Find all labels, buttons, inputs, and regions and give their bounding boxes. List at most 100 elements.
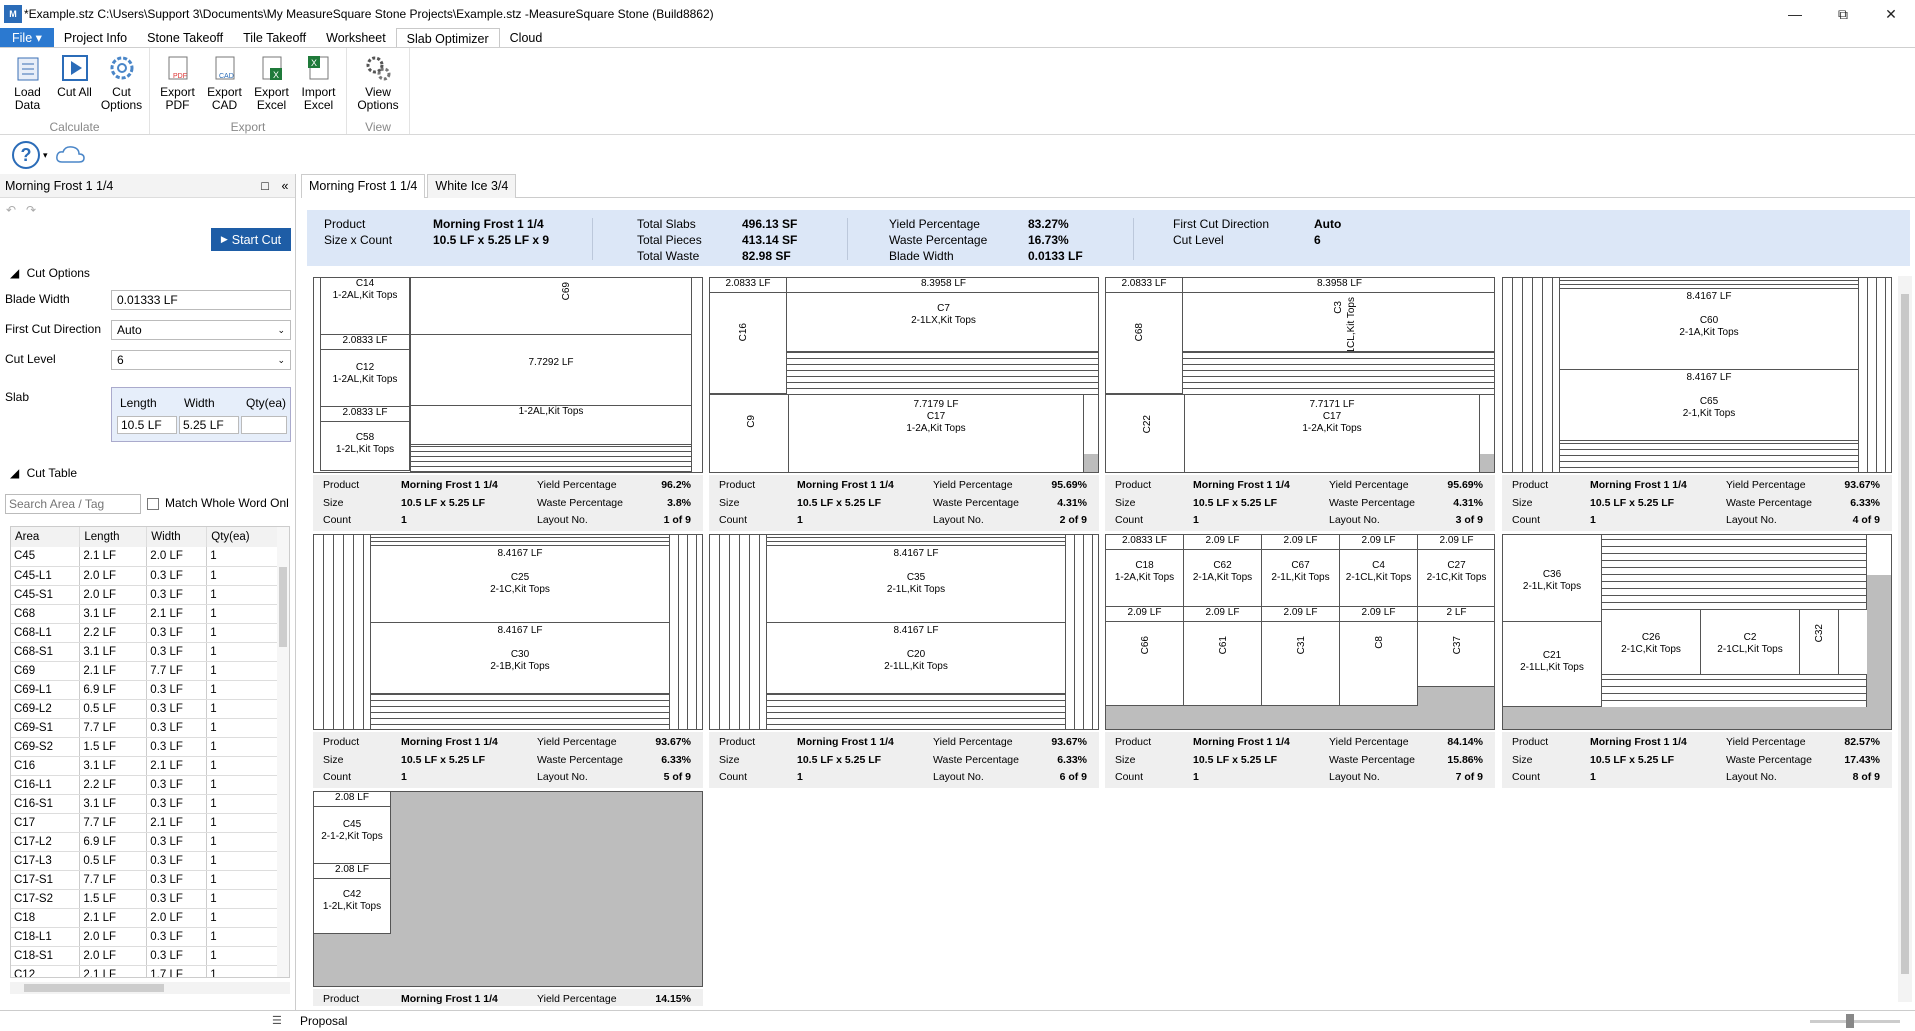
table-row[interactable]: C12 2.1 LF 1.7 LF 1 [11,965,279,977]
menu-project-info[interactable]: Project Info [54,28,137,48]
tab-morning-frost[interactable]: Morning Frost 1 1/4 [301,174,426,198]
menu-tile-takeoff[interactable]: Tile Takeoff [233,28,316,48]
table-row[interactable]: C69 2.1 LF 7.7 LF 1 [11,661,279,681]
view-options-button[interactable]: View Options [351,53,405,120]
piece: 8.4167 LF C20 2-1LL,Kit Tops [766,622,1066,694]
layout-card-3[interactable]: 2.0833 LF 8.3958 LF C68 C3 2-1CL,Kit Tops… [1105,277,1495,533]
export-group-label: Export [230,120,266,134]
file-menu[interactable]: File ▾ [0,28,54,48]
menu-cloud[interactable]: Cloud [500,28,553,48]
h-scrollbar[interactable] [10,982,290,994]
table-row[interactable]: C69-L1 6.9 LF 0.3 LF 1 [11,680,279,700]
first-cut-direction-label: First Cut Direction [5,322,102,336]
cut-table-scrollbar[interactable] [277,527,289,977]
piece-label: 2.08 LF [314,863,391,879]
size-count-value: 10.5 LF x 5.25 LF x 9 [433,233,550,247]
table-row[interactable]: C68-S1 3.1 LF 0.3 LF 1 [11,642,279,662]
load-data-button[interactable]: Load Data [4,53,51,120]
col-length[interactable]: Length [79,527,148,547]
table-cell: 0.5 LF [79,699,148,719]
cut-table-section[interactable]: ◢ Cut Table [10,466,77,480]
export-excel-button[interactable]: X Export Excel [248,53,295,120]
view-group: View Options View [347,48,410,134]
table-row[interactable]: C17 7.7 LF 2.1 LF 1 [11,813,279,833]
cut-level-select[interactable]: 6 ⌄ [111,350,291,370]
layout-card-9[interactable]: 2.08 LF C45 2-1-2,Kit Tops 2.08 LF C42 1-2… [313,791,703,1006]
col-width[interactable]: Width [146,527,208,547]
piece-label: 2 LF [1417,606,1494,622]
layouts-scrollbar[interactable] [1898,276,1912,1002]
export-pdf-button[interactable]: PDF Export PDF [154,53,201,120]
undo-icon[interactable]: ↶ [6,203,16,217]
col-qty[interactable]: Qty(ea) [206,527,279,547]
help-dropdown-icon[interactable]: ▾ [43,150,48,161]
menu-worksheet[interactable]: Worksheet [316,28,396,48]
table-row[interactable]: C17-S2 1.5 LF 0.3 LF 1 [11,889,279,909]
pin-icon[interactable]: □ [255,174,275,197]
first-cut-direction-select[interactable]: Auto ⌄ [111,320,291,340]
layout-card-8[interactable]: C36 2-1L,Kit Tops C21 2-1LL,Kit Tops C26 2-… [1502,534,1892,790]
slab-qty-input[interactable] [241,416,287,434]
cloud-icon[interactable] [54,143,86,168]
slab-length-input[interactable]: 10.5 LF [117,416,177,434]
layout-card-6[interactable]: 8.4167 LF C35 2-1L,Kit Tops 8.4167 LF C20 2-… [709,534,1099,790]
layout-card-2[interactable]: 2.0833 LF 8.3958 LF C16 C7 2-1LX,Kit Tops… [709,277,1099,533]
minimize-icon[interactable]: — [1771,0,1819,28]
tab-white-ice[interactable]: White Ice 3/4 [427,174,517,198]
layout-card-1[interactable]: C14 1-2AL,Kit Tops 2.0833 LF C12 1-2AL,Kit… [313,277,703,533]
zoom-slider[interactable] [1810,1014,1900,1028]
table-row[interactable]: C69-S1 7.7 LF 0.3 LF 1 [11,718,279,738]
layout-info: Product Morning Frost 1 1/4 Yield Percenta… [1502,475,1892,531]
waste-area [1867,575,1891,707]
match-whole-word-checkbox[interactable] [147,498,159,510]
title-bar: M *Example.stz C:\Users\Support 3\Docume… [0,0,1915,28]
search-area-input[interactable] [5,494,141,514]
start-cut-button[interactable]: ▶ Start Cut [211,228,291,251]
col-area[interactable]: Area [11,527,81,547]
table-row[interactable]: C16 3.1 LF 2.1 LF 1 [11,756,279,776]
slab-table: Length Width Qty(ea) 10.5 LF 5.25 LF [111,387,291,442]
redo-icon[interactable]: ↷ [26,203,36,217]
export-cad-button[interactable]: CAD Export CAD [201,53,248,120]
table-row[interactable]: C16-L1 2.2 LF 0.3 LF 1 [11,775,279,795]
table-row[interactable]: C45-S1 2.0 LF 0.3 LF 1 [11,585,279,605]
table-row[interactable]: C17-S1 7.7 LF 0.3 LF 1 [11,870,279,890]
restore-icon[interactable]: ⧉ [1819,0,1867,28]
cut-all-button[interactable]: Cut All [51,53,98,120]
table-row[interactable]: C69-L2 0.5 LF 0.3 LF 1 [11,699,279,719]
table-cell: C17 [11,813,81,833]
product-value: Morning Frost 1 1/4 [433,217,544,231]
help-icon[interactable]: ? [12,141,40,169]
table-row[interactable]: C16-S1 3.1 LF 0.3 LF 1 [11,794,279,814]
blade-width-field[interactable]: 0.01333 LF [111,290,291,310]
cut-options-section[interactable]: ◢ Cut Options [10,266,90,280]
cut-options-button[interactable]: Cut Options [98,53,145,120]
import-excel-button[interactable]: X Import Excel [295,53,342,120]
proposal-tab[interactable]: Proposal [300,1014,347,1028]
slab-width-input[interactable]: 5.25 LF [179,416,239,434]
table-cell: 0.3 LF [146,566,208,586]
svg-text:X: X [311,58,317,68]
layout-card-5[interactable]: 8.4167 LF C25 2-1C,Kit Tops 8.4167 LF C30 2-… [313,534,703,790]
layout-card-7[interactable]: 2.0833 LF C18 1-2A,Kit Tops 2.09 LF C62 2-1A,… [1105,534,1495,790]
app-logo-icon[interactable]: M [4,5,22,23]
table-row[interactable]: C17-L3 0.5 LF 0.3 LF 1 [11,851,279,871]
table-cell: C69-L1 [11,680,81,700]
piece: C2 2-1CL,Kit Tops [1700,609,1800,675]
piece: C62 2-1A,Kit Tops [1183,549,1262,607]
table-row[interactable]: C68-L1 2.2 LF 0.3 LF 1 [11,623,279,643]
table-row[interactable]: C68 3.1 LF 2.1 LF 1 [11,604,279,624]
piece: C21 2-1LL,Kit Tops [1503,621,1602,707]
table-row[interactable]: C45-L1 2.0 LF 0.3 LF 1 [11,566,279,586]
menu-stone-takeoff[interactable]: Stone Takeoff [137,28,233,48]
layout-card-4[interactable]: 8.4167 LF C60 2-1A,Kit Tops 8.4167 LF C65 2-… [1502,277,1892,533]
table-row[interactable]: C18 2.1 LF 2.0 LF 1 [11,908,279,928]
table-row[interactable]: C69-S2 1.5 LF 0.3 LF 1 [11,737,279,757]
table-row[interactable]: C17-L2 6.9 LF 0.3 LF 1 [11,832,279,852]
collapse-icon[interactable]: « [275,174,295,197]
table-row[interactable]: C18-L1 2.0 LF 0.3 LF 1 [11,927,279,947]
table-row[interactable]: C45 2.1 LF 2.0 LF 1 [11,547,279,567]
close-icon[interactable]: ✕ [1867,0,1915,28]
menu-slab-optimizer[interactable]: Slab Optimizer [395,28,500,48]
table-row[interactable]: C18-S1 2.0 LF 0.3 LF 1 [11,946,279,966]
